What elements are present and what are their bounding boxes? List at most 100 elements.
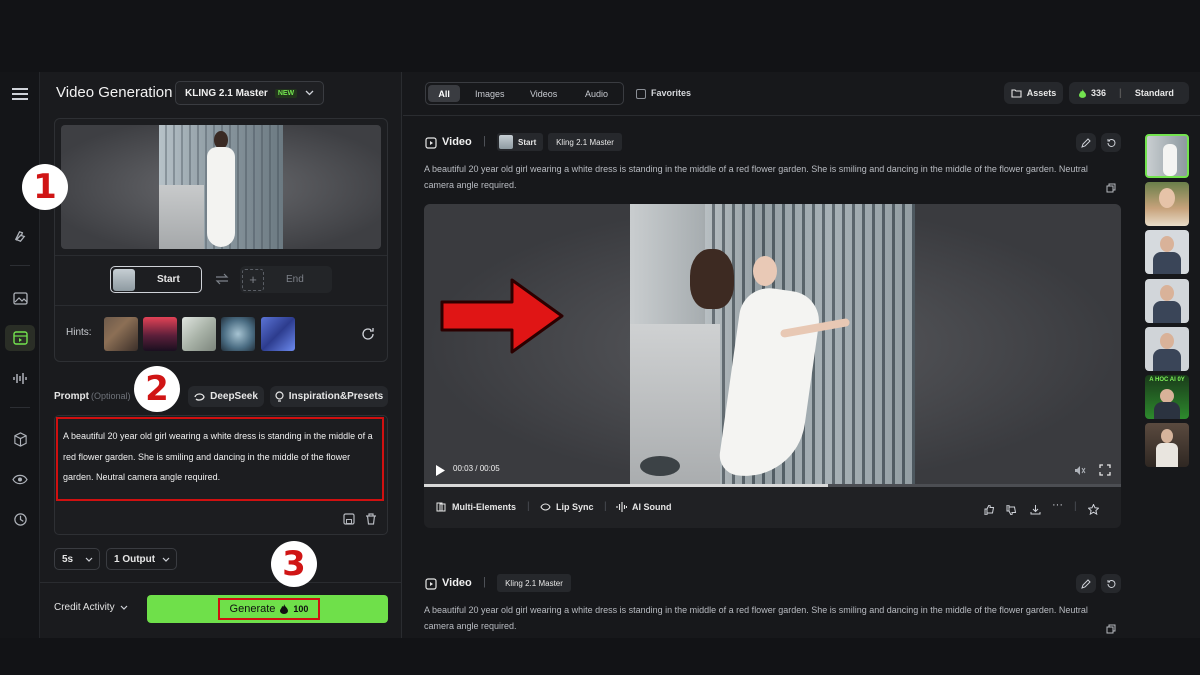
- divider: |: [483, 576, 486, 588]
- history-thumb[interactable]: [1145, 230, 1189, 274]
- edit-icon[interactable]: [1076, 574, 1096, 593]
- filter-tabs: All Images Videos Audio: [425, 82, 624, 105]
- model-chip[interactable]: Kling 2.1 Master: [548, 133, 622, 151]
- model-name: KLING 2.1 Master: [185, 87, 268, 99]
- history-thumb[interactable]: [1145, 423, 1189, 467]
- output-select[interactable]: 1 Output: [106, 548, 177, 570]
- video-time: 00:03 / 00:05: [453, 464, 500, 473]
- model-selector[interactable]: KLING 2.1 Master NEW: [175, 81, 324, 105]
- assets-label: Assets: [1026, 88, 1057, 98]
- divider: |: [1074, 501, 1077, 512]
- progress-track[interactable]: [424, 484, 1121, 487]
- generate-label: Generate: [229, 603, 276, 615]
- favorites-checkbox[interactable]: [636, 89, 646, 99]
- thumbs-down-icon[interactable]: [1006, 502, 1017, 520]
- retry-icon[interactable]: [1101, 133, 1121, 152]
- copy-icon[interactable]: [1106, 621, 1116, 638]
- plus-icon: +: [242, 268, 264, 291]
- rail-divider: [10, 265, 30, 266]
- fullscreen-icon[interactable]: [1099, 463, 1111, 481]
- video-player[interactable]: 00:03 / 00:05: [424, 204, 1121, 487]
- start-thumb: [113, 268, 135, 291]
- start-frame-preview[interactable]: [61, 125, 381, 249]
- save-icon[interactable]: [343, 512, 355, 530]
- refresh-icon[interactable]: [361, 327, 375, 346]
- end-frame-button[interactable]: + End: [240, 266, 332, 293]
- deepseek-button[interactable]: DeepSeek: [188, 386, 264, 407]
- lips-icon: [540, 503, 551, 511]
- image-icon[interactable]: [10, 289, 30, 307]
- deepseek-label: DeepSeek: [210, 391, 258, 402]
- sound-wave-icon: [616, 502, 627, 512]
- hint-thumb[interactable]: [182, 317, 216, 351]
- results-area: All Images Videos Audio Favorites Assets…: [403, 72, 1200, 638]
- tab-videos[interactable]: Videos: [519, 85, 568, 102]
- generate-button[interactable]: Generate 100: [147, 595, 388, 623]
- generate-highlight: Generate 100: [218, 598, 320, 620]
- start-chip[interactable]: Start: [497, 133, 543, 151]
- inspiration-presets-button[interactable]: Inspiration&Presets: [270, 386, 388, 407]
- prompt-optional: (Optional): [91, 391, 131, 401]
- trash-icon[interactable]: [365, 512, 377, 530]
- video-frame: [630, 204, 915, 487]
- divider: |: [1119, 87, 1122, 99]
- card-description: A beautiful 20 year old girl wearing a w…: [424, 605, 1088, 631]
- thumbs-up-icon[interactable]: [984, 502, 995, 520]
- hint-thumb[interactable]: [143, 317, 177, 351]
- edit-icon[interactable]: [1076, 133, 1096, 152]
- divider: |: [527, 501, 530, 512]
- video-icon[interactable]: [5, 325, 35, 351]
- prompt-label: Prompt: [54, 391, 89, 402]
- annotation-arrow: [440, 278, 564, 354]
- hints-label: Hints:: [66, 327, 92, 338]
- credit-label: Credit Activity: [54, 602, 115, 613]
- retry-icon[interactable]: [1101, 574, 1121, 593]
- history-thumb[interactable]: [1145, 279, 1189, 323]
- menu-icon[interactable]: [10, 85, 30, 103]
- history-thumb[interactable]: [1145, 182, 1189, 226]
- card-description: A beautiful 20 year old girl wearing a w…: [424, 164, 1088, 190]
- start-frame-button[interactable]: Start: [110, 266, 202, 293]
- lip-sync-button[interactable]: Lip Sync: [540, 502, 594, 512]
- history-thumb[interactable]: [1145, 327, 1189, 371]
- model-chip[interactable]: Kling 2.1 Master: [497, 574, 571, 592]
- multi-elements-label: Multi-Elements: [452, 502, 517, 512]
- ai-sound-button[interactable]: AI Sound: [616, 502, 672, 512]
- history-thumb-selected[interactable]: [1145, 134, 1189, 178]
- swap-icon[interactable]: [215, 272, 229, 290]
- page-title: Video Generation: [56, 84, 173, 101]
- start-label: Start: [157, 274, 180, 285]
- credits-count: 336: [1091, 88, 1107, 98]
- flame-icon: [280, 604, 289, 614]
- history-thumb[interactable]: A HOC AI 0Y: [1145, 375, 1189, 419]
- download-icon[interactable]: [1030, 502, 1041, 520]
- credits-plan[interactable]: 336 | Standard: [1069, 82, 1189, 104]
- duration-select[interactable]: 5s: [54, 548, 100, 570]
- assets-button[interactable]: Assets: [1004, 82, 1063, 104]
- audio-icon[interactable]: [10, 369, 30, 387]
- hint-thumb[interactable]: [261, 317, 295, 351]
- prompt-highlight: [56, 417, 384, 501]
- multi-elements-button[interactable]: Multi-Elements: [436, 502, 516, 512]
- mute-icon[interactable]: [1074, 463, 1086, 481]
- more-icon[interactable]: ···: [1052, 499, 1063, 511]
- tab-audio[interactable]: Audio: [572, 85, 621, 102]
- new-badge: NEW: [274, 88, 298, 98]
- end-label: End: [286, 274, 304, 285]
- output-value: 1 Output: [114, 553, 156, 565]
- palette-icon[interactable]: [10, 227, 30, 245]
- eye-icon[interactable]: [10, 470, 30, 488]
- ai-sound-label: AI Sound: [632, 502, 672, 512]
- hint-thumb[interactable]: [221, 317, 255, 351]
- hint-thumb[interactable]: [104, 317, 138, 351]
- tab-images[interactable]: Images: [464, 85, 515, 102]
- copy-icon[interactable]: [1106, 180, 1116, 198]
- annotation-badge-2: 2: [134, 366, 180, 412]
- credit-activity[interactable]: Credit Activity: [54, 602, 128, 613]
- tab-all[interactable]: All: [428, 85, 461, 102]
- cube-icon[interactable]: [10, 430, 30, 448]
- play-icon[interactable]: [436, 463, 445, 481]
- history-icon[interactable]: [10, 510, 30, 528]
- star-icon[interactable]: [1087, 502, 1100, 520]
- start-chip-label: Start: [518, 137, 537, 147]
